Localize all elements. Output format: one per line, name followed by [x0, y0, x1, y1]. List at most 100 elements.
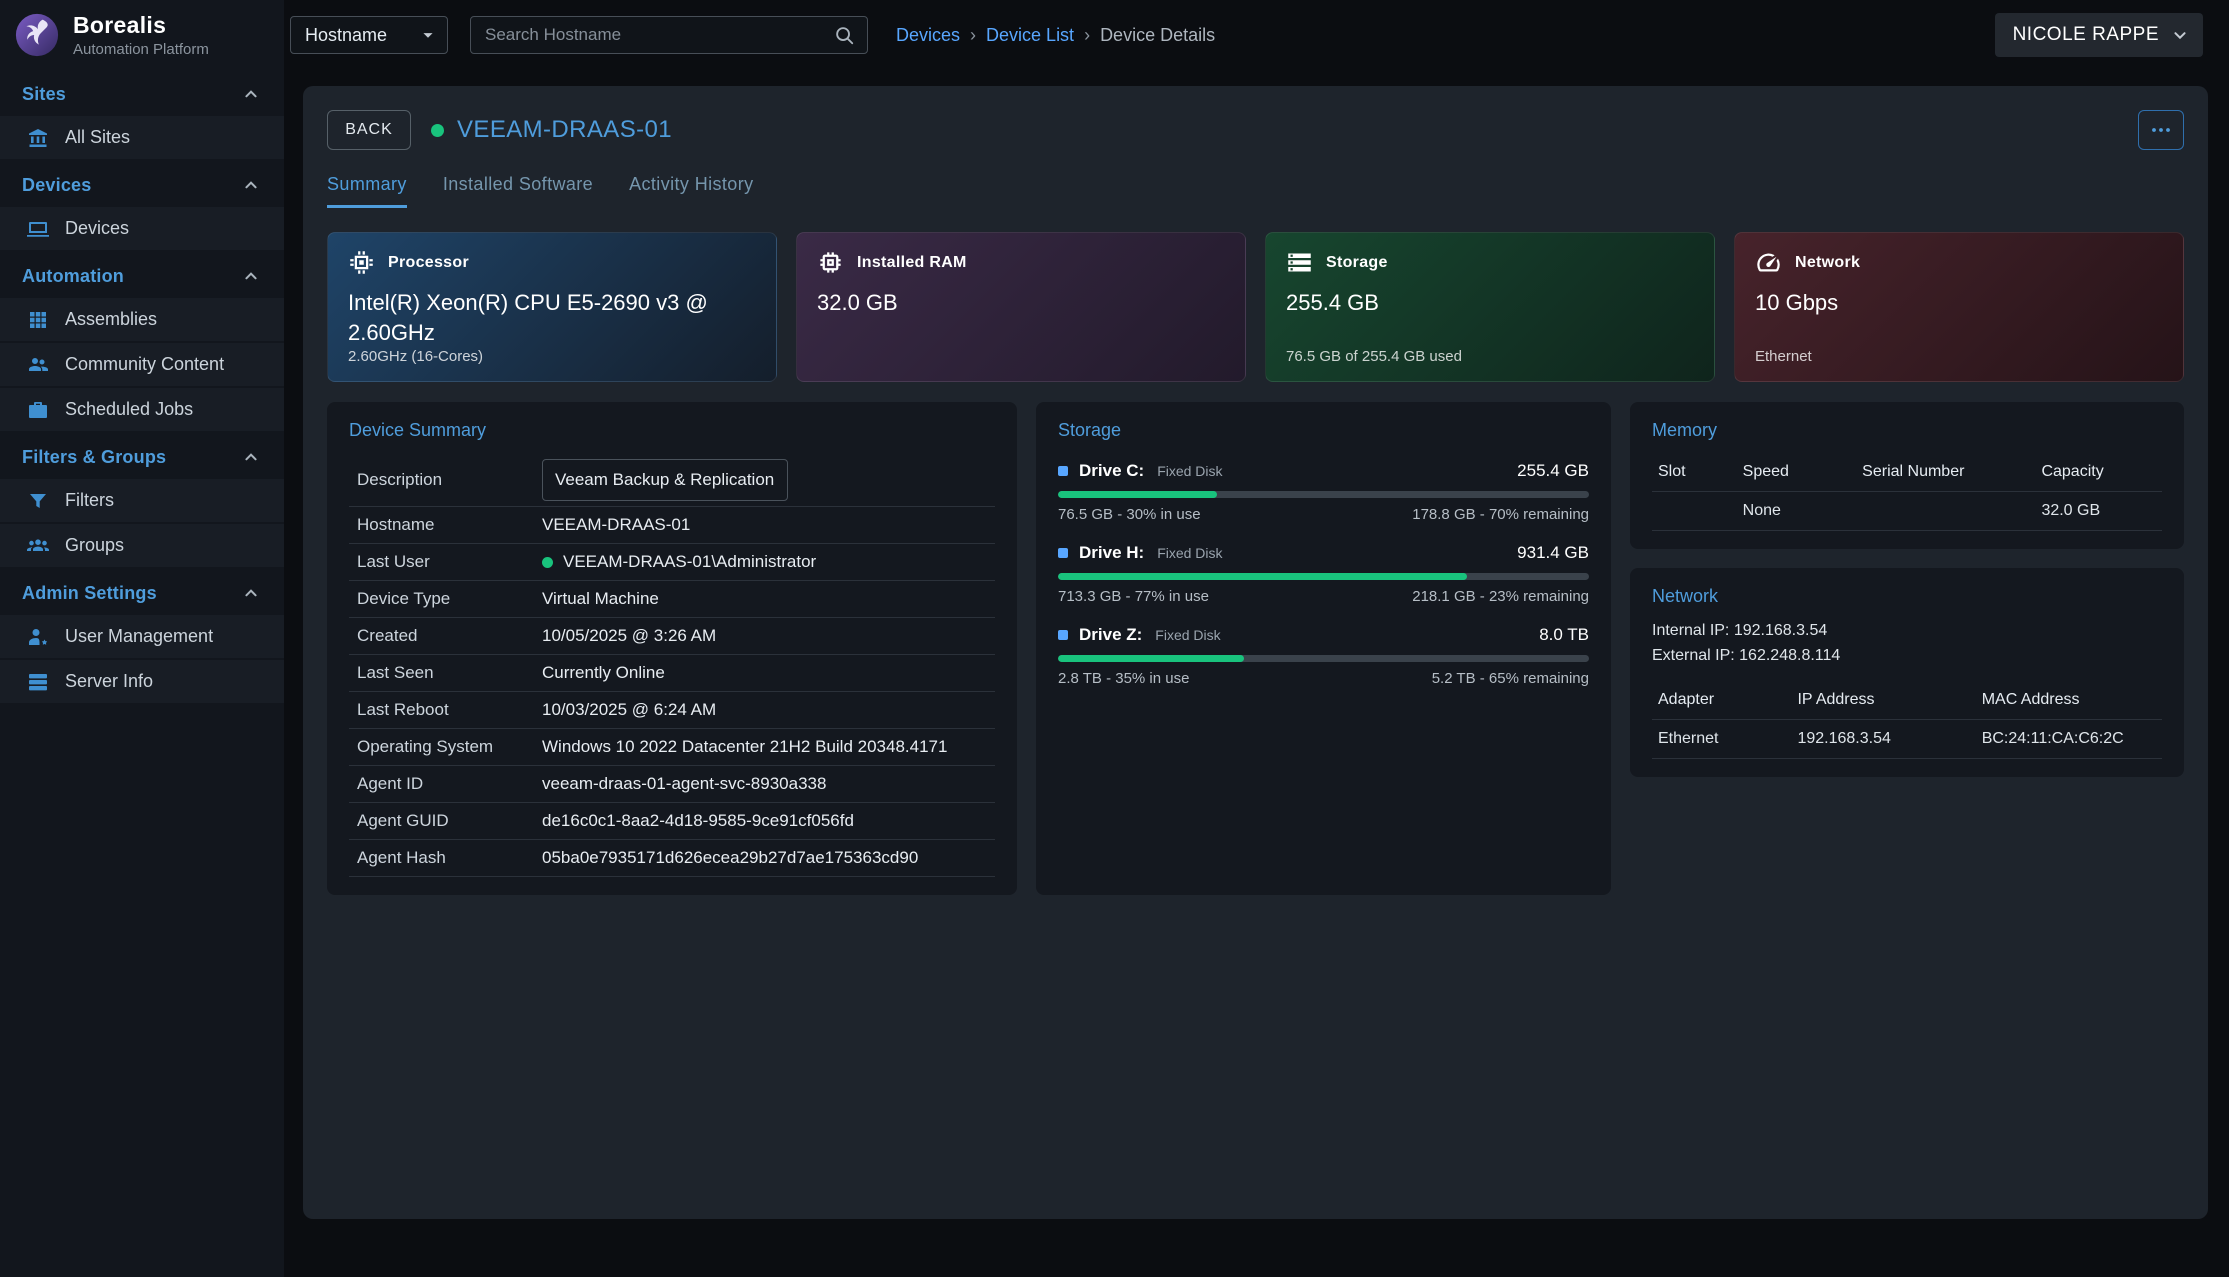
sidebar-item-community-content[interactable]: Community Content [0, 343, 284, 388]
content-area: BACK VEEAM-DRAAS-01 Summary Installed So… [284, 70, 2229, 1277]
right-column: Memory Slot Speed Serial Number Capacity [1630, 402, 2184, 777]
section-label: Sites [22, 84, 66, 105]
chevron-up-icon [240, 582, 262, 604]
sidebar-item-label: User Management [65, 626, 213, 647]
field-value: Currently Online [542, 663, 665, 683]
breadcrumb: Devices › Device List › Device Details [896, 25, 1215, 46]
cell-ip: 192.168.3.54 [1797, 730, 1981, 748]
search-icon [833, 24, 855, 46]
card-value: 10 Gbps [1755, 288, 2135, 318]
drive-size: 931.4 GB [1517, 543, 1589, 563]
tab-activity-history[interactable]: Activity History [629, 174, 753, 208]
table-header-row: Slot Speed Serial Number Capacity [1652, 453, 2162, 492]
breadcrumb-devices[interactable]: Devices [896, 25, 960, 46]
device-summary-table: Description Hostname VEEAM-DRAAS-01 Last… [349, 453, 995, 877]
sidebar-item-label: Scheduled Jobs [65, 399, 193, 420]
field-label: Description [357, 470, 542, 490]
sidebar-item-assemblies[interactable]: Assemblies [0, 298, 284, 343]
description-input[interactable] [542, 459, 788, 501]
field-label: Device Type [357, 589, 542, 609]
borealis-logo-icon [14, 12, 60, 58]
field-label: Agent ID [357, 774, 542, 794]
sidebar-section-sites[interactable]: Sites [0, 70, 284, 116]
card-label: Processor [388, 254, 469, 272]
sidebar-item-user-management[interactable]: User Management [0, 615, 284, 660]
hostname-filter-label: Hostname [305, 25, 387, 46]
sidebar-section-admin-settings[interactable]: Admin Settings [0, 569, 284, 615]
drive-usage-bar [1058, 573, 1589, 580]
tab-installed-software[interactable]: Installed Software [443, 174, 593, 208]
drive-size: 8.0 TB [1539, 625, 1589, 645]
sidebar-item-devices[interactable]: Devices [0, 207, 284, 252]
breadcrumb-separator: › [970, 25, 976, 46]
chevron-up-icon [240, 265, 262, 287]
cell-capacity: 32.0 GB [2041, 502, 2156, 520]
sidebar-item-groups[interactable]: Groups [0, 524, 284, 569]
sidebar-item-filters[interactable]: Filters [0, 479, 284, 524]
network-card: Network 10 Gbps Ethernet [1734, 232, 2184, 382]
table-row: Last User VEEAM-DRAAS-01\Administrator [349, 544, 995, 581]
sidebar-section-filters-groups[interactable]: Filters & Groups [0, 433, 284, 479]
more-actions-button[interactable] [2138, 110, 2184, 150]
field-label: Operating System [357, 737, 542, 757]
sidebar-item-scheduled-jobs[interactable]: Scheduled Jobs [0, 388, 284, 433]
table-header-row: Adapter IP Address MAC Address [1652, 681, 2162, 720]
breadcrumb-device-list[interactable]: Device List [986, 25, 1074, 46]
groups-icon [26, 534, 50, 558]
field-label: Last Reboot [357, 700, 542, 720]
sidebar-item-label: Community Content [65, 354, 224, 375]
processor-card: Processor Intel(R) Xeon(R) CPU E5-2690 v… [327, 232, 777, 382]
drive-remaining-text: 178.8 GB - 70% remaining [1412, 506, 1589, 523]
detail-panels: Device Summary Description Hostname VEEA… [327, 402, 2184, 895]
drive-remaining-text: 218.1 GB - 23% remaining [1412, 588, 1589, 605]
internal-ip-value: 192.168.3.54 [1734, 622, 1827, 639]
back-button[interactable]: BACK [327, 110, 411, 150]
column-header: Slot [1658, 463, 1743, 481]
hostname-filter-select[interactable]: Hostname [290, 16, 448, 54]
drive-used-text: 76.5 GB - 30% in use [1058, 506, 1201, 523]
briefcase-icon [26, 398, 50, 422]
panel-title: Storage [1058, 420, 1589, 441]
brand: Borealis Automation Platform [0, 0, 284, 70]
card-subtext: 2.60GHz (16-Cores) [348, 348, 756, 365]
search-input[interactable] [485, 25, 833, 45]
drive-usage-fill [1058, 491, 1217, 498]
sidebar-section-automation[interactable]: Automation [0, 252, 284, 298]
section-label: Admin Settings [22, 583, 157, 604]
column-header: MAC Address [1982, 691, 2156, 709]
device-details-panel: BACK VEEAM-DRAAS-01 Summary Installed So… [303, 86, 2208, 1219]
sidebar-item-server-info[interactable]: Server Info [0, 660, 284, 705]
chevron-up-icon [240, 83, 262, 105]
caret-down-icon [417, 24, 439, 46]
card-subtext: Ethernet [1755, 348, 2163, 365]
column-header: Serial Number [1862, 463, 2041, 481]
table-row: Created 10/05/2025 @ 3:26 AM [349, 618, 995, 655]
network-table: Adapter IP Address MAC Address Ethernet … [1652, 681, 2162, 759]
drive-row: Drive H: Fixed Disk 931.4 GB 713.3 GB - … [1058, 543, 1589, 605]
card-label: Storage [1326, 254, 1388, 272]
table-row: Agent ID veeam-draas-01-agent-svc-8930a3… [349, 766, 995, 803]
storage-icon [1286, 249, 1313, 276]
memory-table: Slot Speed Serial Number Capacity None [1652, 453, 2162, 531]
section-label: Filters & Groups [22, 447, 166, 468]
sidebar-item-label: Groups [65, 535, 124, 556]
field-label: Last User [357, 552, 542, 572]
ram-card: Installed RAM 32.0 GB [796, 232, 1246, 382]
field-label: Last Seen [357, 663, 542, 683]
grid-icon [26, 308, 50, 332]
sidebar-item-label: Assemblies [65, 309, 157, 330]
sidebar-section-devices[interactable]: Devices [0, 161, 284, 207]
sidebar-item-all-sites[interactable]: All Sites [0, 116, 284, 161]
panel-title: Memory [1652, 420, 2162, 441]
user-menu-button[interactable]: NICOLE RAPPE [1995, 13, 2203, 57]
drive-name: Drive Z: [1079, 625, 1142, 645]
drive-name: Drive H: [1079, 543, 1144, 563]
card-label: Installed RAM [857, 254, 967, 272]
table-row: Ethernet 192.168.3.54 BC:24:11:CA:C6:2C [1652, 720, 2162, 759]
chevron-down-icon [2169, 24, 2191, 46]
tab-summary[interactable]: Summary [327, 174, 407, 208]
field-label: Agent GUID [357, 811, 542, 831]
table-row: Description [349, 453, 995, 507]
brand-subtitle: Automation Platform [73, 41, 209, 58]
field-value: 10/05/2025 @ 3:26 AM [542, 626, 716, 646]
